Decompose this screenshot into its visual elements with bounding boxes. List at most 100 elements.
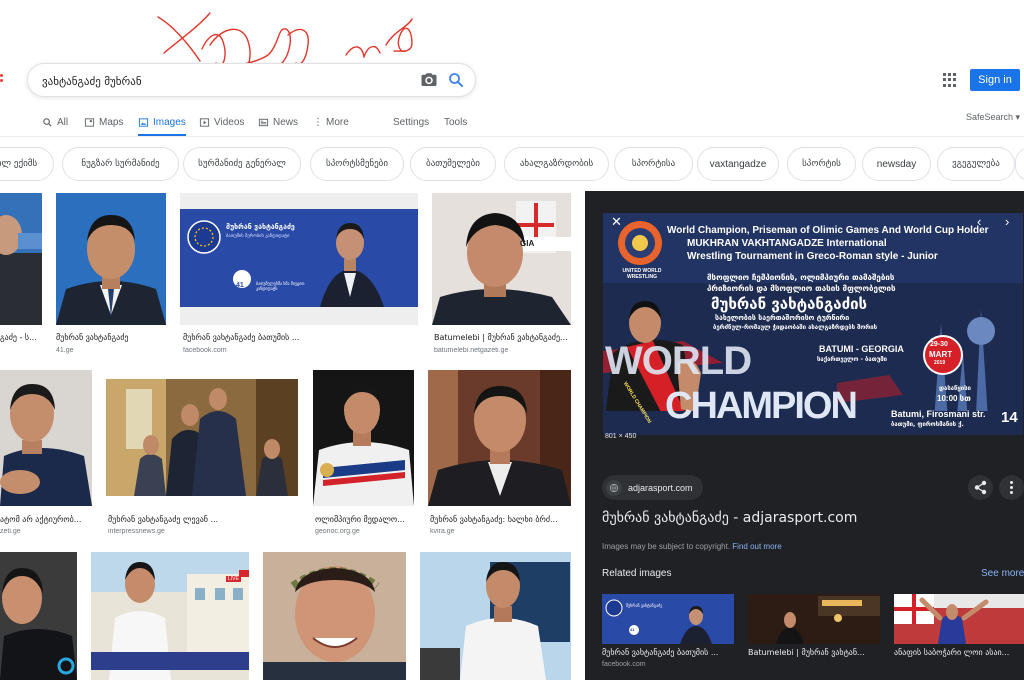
image-dimensions: 801 × 450 xyxy=(605,433,637,440)
more-options-button[interactable] xyxy=(999,475,1024,500)
person-photo xyxy=(313,370,414,506)
chip-7[interactable]: სპორტისა xyxy=(614,147,693,181)
poster-geo-4: ბერძნულ-რომაულ ჭიდაობაში ახალგაზრდებს შო… xyxy=(713,324,878,331)
sign-in-button[interactable]: Sign in xyxy=(970,69,1020,91)
result-image-9[interactable] xyxy=(0,552,77,680)
result-image-8[interactable] xyxy=(428,370,571,506)
person-photo xyxy=(428,370,571,506)
preview-title[interactable]: მუხრან ვახტანგაძე - adjarasport.com xyxy=(602,510,857,526)
result-image-7[interactable] xyxy=(313,370,414,506)
result-image-5[interactable] xyxy=(0,370,92,506)
person-photo xyxy=(0,370,92,506)
news-video-still xyxy=(91,552,249,680)
person-photo xyxy=(263,552,406,680)
related-caption[interactable]: მუხრან ვახტანგაძე ბათუმის ... xyxy=(602,648,734,657)
result-image-1[interactable] xyxy=(0,193,42,325)
chip-5[interactable]: ბათუმელები xyxy=(410,147,496,181)
result-caption[interactable]: Batumelebi | მუხრან ვახტანგაძე... xyxy=(434,333,571,342)
result-image-2[interactable] xyxy=(56,193,166,325)
chip-3[interactable]: სურმანიძე გენერალ xyxy=(183,147,301,181)
chip-9[interactable]: სპორტის xyxy=(787,147,856,181)
image-preview-panel: World Champion, Priseman of Olimic Games… xyxy=(585,191,1024,680)
result-source[interactable]: 41.ge xyxy=(56,347,74,354)
tab-label: More xyxy=(326,116,349,128)
share-button[interactable] xyxy=(968,475,993,500)
related-source[interactable]: facebook.com xyxy=(602,661,646,668)
tab-videos[interactable]: Videos xyxy=(199,110,244,134)
tools-label: Tools xyxy=(444,116,468,128)
poster-line-1: World Champion, Priseman of Olimic Games… xyxy=(667,225,989,236)
campaign-banner xyxy=(180,193,418,325)
tab-label: Maps xyxy=(99,116,124,128)
related-image-1[interactable]: მუხრან ვახტანგაძე 41 xyxy=(602,594,734,644)
find-out-more-link[interactable]: Find out more xyxy=(732,542,781,551)
poster-address: Batumi, Firosmani str. xyxy=(891,409,986,419)
preview-image[interactable]: World Champion, Priseman of Olimic Games… xyxy=(603,213,1023,435)
result-source[interactable]: geonoc.org.ge xyxy=(315,528,360,535)
source-link[interactable]: adjarasport.com xyxy=(602,475,703,500)
result-image-4[interactable]: GIA xyxy=(432,193,571,325)
poster-city: BATUMI - GEORGIA xyxy=(819,344,904,354)
next-icon[interactable]: › xyxy=(1005,214,1009,229)
tab-images[interactable]: Images xyxy=(138,110,186,137)
result-caption[interactable]: ოლიმპიური მედალო... xyxy=(315,515,414,524)
search-icon[interactable] xyxy=(447,71,465,89)
poster-date-month: MART xyxy=(929,350,953,359)
source-label: adjarasport.com xyxy=(628,482,693,493)
tab-more[interactable]: ⋮ More xyxy=(313,110,349,134)
tab-maps[interactable]: Maps xyxy=(84,110,123,134)
chip-12[interactable] xyxy=(1015,147,1024,181)
result-image-6[interactable] xyxy=(106,379,298,496)
related-caption[interactable]: Batumelebi | მუხრან ვახტან... xyxy=(748,648,880,657)
result-caption[interactable]: მუხრან ვახტანგაძე: ხალხი ბრძ... xyxy=(430,515,571,524)
result-image-11[interactable] xyxy=(263,552,406,680)
result-source[interactable]: facebook.com xyxy=(183,347,227,354)
safesearch-toggle[interactable]: SafeSearch ▾ xyxy=(966,112,1020,123)
result-caption[interactable]: მუხრან ვახტანგაძე ლევან ... xyxy=(108,515,298,524)
result-caption[interactable]: მუხრან ვახტანგაძე xyxy=(56,333,166,342)
chip-6[interactable]: ახალგაზრდობის xyxy=(504,147,609,181)
share-icon xyxy=(974,480,987,495)
chip-10[interactable]: newsday xyxy=(862,147,931,181)
result-caption[interactable]: მუხრან ვახტანგაძე ბათუმის ... xyxy=(183,333,418,342)
result-source[interactable]: batumelebi.netgazeti.ge xyxy=(434,347,508,354)
video-icon xyxy=(199,117,210,127)
settings-link[interactable]: Settings xyxy=(393,110,429,134)
chip-4[interactable]: სპორტსმენები xyxy=(310,147,404,181)
search-box[interactable] xyxy=(27,63,476,97)
channel-41-logo: 41 xyxy=(630,627,635,632)
poster-line-3: Wrestling Tournament in Greco-Roman styl… xyxy=(687,251,938,262)
poster-geo-2: პრიზიორის და მსოფლიო თასის მფლობელის xyxy=(707,284,896,293)
search-input[interactable] xyxy=(42,72,402,90)
person-photo xyxy=(432,193,571,325)
result-image-12[interactable] xyxy=(420,552,571,680)
tab-news[interactable]: News xyxy=(258,110,298,134)
chip-2[interactable]: ნუგზარ სურმანიძე xyxy=(62,147,179,181)
related-image-3[interactable] xyxy=(894,594,1024,644)
related-image-2[interactable] xyxy=(748,594,880,644)
event-photo xyxy=(106,379,298,496)
previous-icon[interactable]: ‹ xyxy=(977,214,981,229)
close-icon[interactable]: ✕ xyxy=(611,215,622,228)
more-dots-icon: ⋮ xyxy=(313,116,323,128)
see-more-link[interactable]: See more xyxy=(981,568,1024,579)
result-source[interactable]: interpressnews.ge xyxy=(108,528,165,535)
apps-grid-icon[interactable] xyxy=(943,73,957,87)
related-caption[interactable]: ანაფის საბოჭარი ლოი ასაი... xyxy=(894,648,1024,657)
chip-1[interactable]: ილ ექიმს xyxy=(0,147,54,181)
poster-geo-1: მსოფლიო ჩემპიონის, ოლიმპიური თამაშების xyxy=(707,273,895,282)
result-image-10[interactable]: LIVE xyxy=(91,552,249,680)
result-source[interactable]: kvira.ge xyxy=(430,528,455,535)
tools-link[interactable]: Tools xyxy=(444,110,467,134)
tab-all[interactable]: All xyxy=(42,110,68,134)
settings-label: Settings xyxy=(393,116,430,128)
result-source[interactable]: zeti.ge xyxy=(0,528,21,535)
chip-8[interactable]: vaxtangadze xyxy=(697,147,779,181)
result-caption[interactable]: გაძე - ს... xyxy=(0,333,42,342)
result-caption[interactable]: ატომ არ აქტიურობ... xyxy=(0,515,92,524)
person-photo xyxy=(56,193,166,325)
chip-11[interactable]: ვგეგულება xyxy=(937,147,1015,181)
result-image-3[interactable]: მუხრან ვახტანგაძე ბათუმის მერობის კანდიდ… xyxy=(180,193,418,325)
tab-label: News xyxy=(273,116,299,128)
camera-icon[interactable] xyxy=(420,71,438,89)
